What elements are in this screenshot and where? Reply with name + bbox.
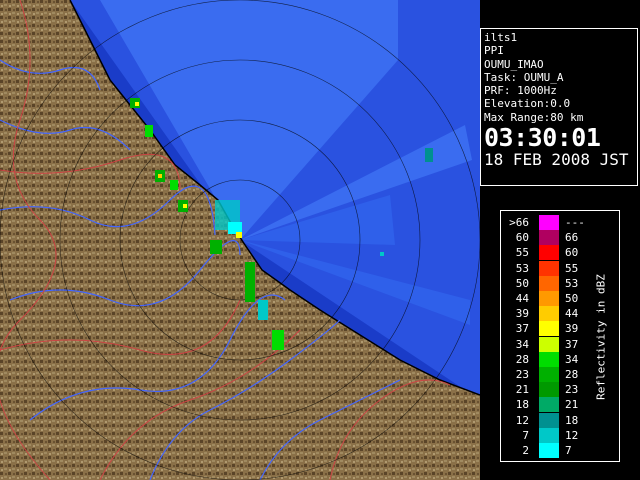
radar-map xyxy=(0,0,480,480)
legend-row: 7 12 xyxy=(501,427,601,443)
legend-high-value: --- xyxy=(565,216,585,229)
scan-type: PPI xyxy=(484,44,504,58)
legend-high-value: 60 xyxy=(565,246,579,260)
legend-low-value: 28 xyxy=(515,352,529,366)
legend-swatch xyxy=(539,351,559,367)
legend-row: 60 66 xyxy=(501,230,601,246)
radar-id: OUMU_IMAO xyxy=(484,57,544,71)
legend-high-value: 21 xyxy=(565,398,579,412)
legend-row: 39 44 xyxy=(501,306,601,322)
legend-row: 53 55 xyxy=(501,260,601,276)
date-readout: 18 FEB 2008 JST xyxy=(484,150,629,170)
legend-high-value: 50 xyxy=(565,292,579,305)
legend-swatch xyxy=(539,412,559,428)
legend-row: 34 37 xyxy=(501,336,601,352)
legend-row: 28 34 xyxy=(501,351,601,367)
legend-low-value: 50 xyxy=(515,276,529,290)
legend-high-value: 18 xyxy=(565,413,579,427)
legend-low-value: 21 xyxy=(515,383,529,397)
legend-swatch xyxy=(539,291,559,306)
legend-high-value: 37 xyxy=(565,337,579,351)
legend-row: 12 18 xyxy=(501,412,601,428)
legend-high-value: 7 xyxy=(565,444,572,457)
legend-low-value: 12 xyxy=(515,413,529,427)
legend-high-value: 12 xyxy=(565,428,579,442)
legend-low-value: 60 xyxy=(515,231,529,245)
legend-low-value: 39 xyxy=(515,307,529,321)
legend-low-value: >66 xyxy=(509,216,529,229)
legend-low-value: 34 xyxy=(515,337,529,351)
legend-row: 23 28 xyxy=(501,367,601,382)
time-readout: 03:30:01 xyxy=(484,123,601,153)
legend-title: Reflectivity in dBZ xyxy=(594,274,608,400)
legend-row: 27 xyxy=(501,443,601,458)
legend-swatch xyxy=(539,260,559,276)
max-range-label: Max Range:80 km xyxy=(484,110,584,124)
task-label: Task: OUMU_A xyxy=(484,70,564,84)
legend-row: 21 23 xyxy=(501,382,601,398)
legend-high-value: 55 xyxy=(565,261,579,275)
legend-high-value: 39 xyxy=(565,322,579,336)
legend-low-value: 18 xyxy=(515,398,529,412)
legend-high-value: 28 xyxy=(565,368,579,381)
legend-swatch xyxy=(539,275,559,291)
legend-swatch xyxy=(539,230,559,246)
legend-swatch xyxy=(539,306,559,322)
prf-label: PRF: 1000Hz xyxy=(484,84,557,98)
legend-swatch xyxy=(539,245,559,261)
legend-swatch xyxy=(539,427,559,443)
legend-row: 37 39 xyxy=(501,321,601,337)
legend-row: 18 21 xyxy=(501,397,601,413)
legend-low-value: 55 xyxy=(515,246,529,260)
legend-low-value: 7 xyxy=(522,428,529,442)
legend-low-value: 2 xyxy=(522,444,529,457)
legend-high-value: 34 xyxy=(565,352,579,366)
reflectivity-legend: >66 --- 60 66 55 60 53 55 50 53 44 50 39 44 37 39 34 37 28… xyxy=(500,210,620,462)
info-panel: ilts1 PPI OUMU_IMAO Task: OUMU_A PRF: 10… xyxy=(480,28,638,186)
legend-high-value: 53 xyxy=(565,276,579,290)
legend-high-value: 44 xyxy=(565,307,579,321)
legend-low-value: 53 xyxy=(515,261,529,275)
legend-swatch xyxy=(539,397,559,413)
elevation-label: Elevation:0.0 xyxy=(484,97,571,111)
legend-high-value: 66 xyxy=(565,231,579,245)
legend-row: 44 50 xyxy=(501,291,601,306)
legend-low-value: 23 xyxy=(515,368,529,381)
legend-row: 50 53 xyxy=(501,275,601,291)
legend-high-value: 23 xyxy=(565,383,579,397)
legend-row: >66 --- xyxy=(501,215,601,230)
legend-swatch xyxy=(539,215,559,230)
legend-swatch xyxy=(539,443,559,458)
legend-low-value: 44 xyxy=(515,292,529,305)
legend-low-value: 37 xyxy=(515,322,529,336)
legend-swatch xyxy=(539,382,559,398)
site-name: ilts1 xyxy=(484,31,518,44)
legend-row: 55 60 xyxy=(501,245,601,261)
legend-swatch xyxy=(539,367,559,382)
legend-swatch xyxy=(539,321,559,337)
legend-swatch xyxy=(539,336,559,352)
